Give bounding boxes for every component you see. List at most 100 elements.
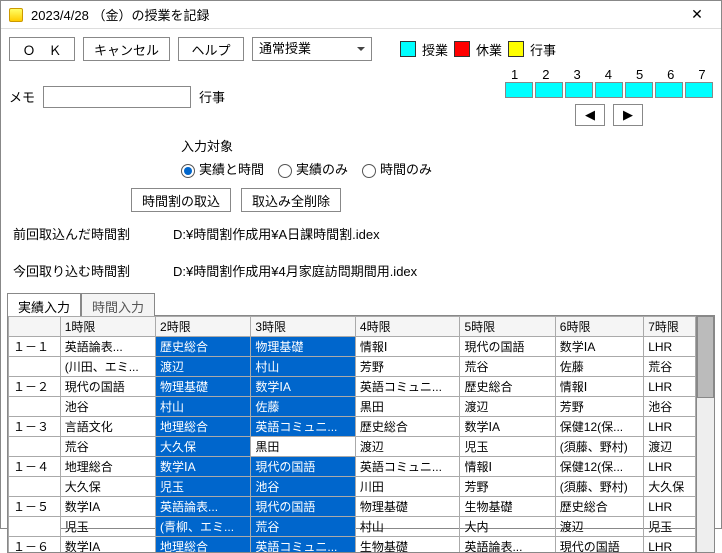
cell[interactable]: 池谷 xyxy=(60,397,155,417)
cell[interactable]: 英語コミュニ... xyxy=(251,417,356,437)
cell[interactable]: 情報Ⅰ xyxy=(460,457,555,477)
memo-input[interactable] xyxy=(43,86,191,108)
cell[interactable]: 生物基礎 xyxy=(460,497,555,517)
row-header[interactable] xyxy=(9,397,61,417)
cell[interactable]: 現代の国語 xyxy=(555,537,643,553)
radio-input-1[interactable] xyxy=(181,164,195,178)
cell[interactable]: 現代の国語 xyxy=(60,377,155,397)
cell[interactable]: 数学ⅠA xyxy=(60,537,155,553)
cell[interactable]: 渡辺 xyxy=(555,517,643,537)
day-box[interactable] xyxy=(625,82,653,98)
cell[interactable]: 情報Ⅰ xyxy=(555,377,643,397)
row-header[interactable] xyxy=(9,357,61,377)
close-button[interactable]: ✕ xyxy=(681,3,713,27)
col-header[interactable]: 7時限 xyxy=(644,317,696,337)
cell[interactable]: 数学ⅠA xyxy=(60,497,155,517)
cell[interactable]: 現代の国語 xyxy=(460,337,555,357)
cell[interactable]: 渡辺 xyxy=(460,397,555,417)
cell[interactable]: 英語コミュニ... xyxy=(251,537,356,553)
cell[interactable]: 歴史総合 xyxy=(460,377,555,397)
cell[interactable]: 英語論表... xyxy=(460,537,555,553)
day-box[interactable] xyxy=(685,82,713,98)
clear-import-button[interactable]: 取込み全削除 xyxy=(241,188,341,212)
col-header[interactable]: 3時限 xyxy=(251,317,356,337)
cell[interactable]: (川田、エミ... xyxy=(60,357,155,377)
radio-opt-3[interactable]: 時間のみ xyxy=(362,159,432,178)
tab-time[interactable]: 時間入力 xyxy=(81,293,155,316)
cell[interactable]: 物理基礎 xyxy=(355,497,460,517)
cell[interactable]: LHR xyxy=(644,537,696,553)
cell[interactable]: 渡辺 xyxy=(156,357,251,377)
radio-input-2[interactable] xyxy=(278,164,292,178)
cell[interactable]: 数学ⅠA xyxy=(156,457,251,477)
next-button[interactable]: ▶ xyxy=(613,104,643,126)
cell[interactable]: 情報Ⅰ xyxy=(355,337,460,357)
radio-input-3[interactable] xyxy=(362,164,376,178)
cell[interactable]: 黒田 xyxy=(355,397,460,417)
cell[interactable]: 大久保 xyxy=(644,477,696,497)
row-header[interactable]: １－１ xyxy=(9,337,61,357)
day-box[interactable] xyxy=(565,82,593,98)
cancel-button[interactable]: キャンセル xyxy=(83,37,170,61)
cell[interactable]: 言語文化 xyxy=(60,417,155,437)
cell[interactable]: (須藤、野村) xyxy=(555,437,643,457)
ok-button[interactable]: Ｏ Ｋ xyxy=(9,37,75,61)
cell[interactable]: 生物基礎 xyxy=(355,537,460,553)
cell[interactable]: 歴史総合 xyxy=(355,417,460,437)
cell[interactable]: 歴史総合 xyxy=(156,337,251,357)
cell[interactable]: 荒谷 xyxy=(251,517,356,537)
cell[interactable]: 英語コミュニ... xyxy=(355,377,460,397)
cell[interactable]: 現代の国語 xyxy=(251,457,356,477)
type-select[interactable]: 通常授業 xyxy=(252,37,372,61)
cell[interactable]: 保健12(保... xyxy=(555,417,643,437)
cell[interactable]: 数学ⅠA xyxy=(460,417,555,437)
cell[interactable]: LHR xyxy=(644,457,696,477)
day-box[interactable] xyxy=(595,82,623,98)
cell[interactable]: 地理総合 xyxy=(60,457,155,477)
day-box[interactable] xyxy=(535,82,563,98)
cell[interactable]: 大内 xyxy=(460,517,555,537)
cell[interactable]: 池谷 xyxy=(644,397,696,417)
cell[interactable]: 歴史総合 xyxy=(555,497,643,517)
cell[interactable]: 池谷 xyxy=(251,477,356,497)
cell[interactable]: 児玉 xyxy=(644,517,696,537)
row-header[interactable]: １－４ xyxy=(9,457,61,477)
scrollbar[interactable] xyxy=(696,316,714,552)
row-header[interactable]: １－５ xyxy=(9,497,61,517)
row-header[interactable]: １－２ xyxy=(9,377,61,397)
cell[interactable]: 英語コミュニ... xyxy=(355,457,460,477)
row-header[interactable] xyxy=(9,437,61,457)
cell[interactable]: 児玉 xyxy=(460,437,555,457)
day-box[interactable] xyxy=(505,82,533,98)
cell[interactable]: 児玉 xyxy=(156,477,251,497)
row-header[interactable] xyxy=(9,477,61,497)
cell[interactable]: 大久保 xyxy=(60,477,155,497)
cell[interactable]: (須藤、野村) xyxy=(555,477,643,497)
prev-button[interactable]: ◀ xyxy=(575,104,605,126)
col-header[interactable]: 1時限 xyxy=(60,317,155,337)
timetable[interactable]: 1時限2時限3時限4時限5時限6時限7時限１－１英語論表...歴史総合物理基礎情… xyxy=(8,316,696,552)
cell[interactable]: 地理総合 xyxy=(156,537,251,553)
cell[interactable]: 村山 xyxy=(251,357,356,377)
cell[interactable]: 佐藤 xyxy=(555,357,643,377)
cell[interactable]: LHR xyxy=(644,497,696,517)
cell[interactable]: 英語論表... xyxy=(60,337,155,357)
cell[interactable]: 佐藤 xyxy=(251,397,356,417)
cell[interactable]: LHR xyxy=(644,417,696,437)
cell[interactable]: LHR xyxy=(644,377,696,397)
cell[interactable]: 芳野 xyxy=(355,357,460,377)
cell[interactable]: 保健12(保... xyxy=(555,457,643,477)
cell[interactable]: 数学ⅠA xyxy=(555,337,643,357)
col-header[interactable]: 2時限 xyxy=(156,317,251,337)
cell[interactable]: 物理基礎 xyxy=(251,337,356,357)
cell[interactable]: 数学ⅠA xyxy=(251,377,356,397)
cell[interactable]: 荒谷 xyxy=(60,437,155,457)
cell[interactable]: 英語論表... xyxy=(156,497,251,517)
cell[interactable]: 村山 xyxy=(355,517,460,537)
cell[interactable]: 黒田 xyxy=(251,437,356,457)
radio-opt-1[interactable]: 実績と時間 xyxy=(181,159,264,178)
cell[interactable]: 川田 xyxy=(355,477,460,497)
cell[interactable]: 地理総合 xyxy=(156,417,251,437)
cell[interactable]: LHR xyxy=(644,337,696,357)
cell[interactable]: 荒谷 xyxy=(644,357,696,377)
